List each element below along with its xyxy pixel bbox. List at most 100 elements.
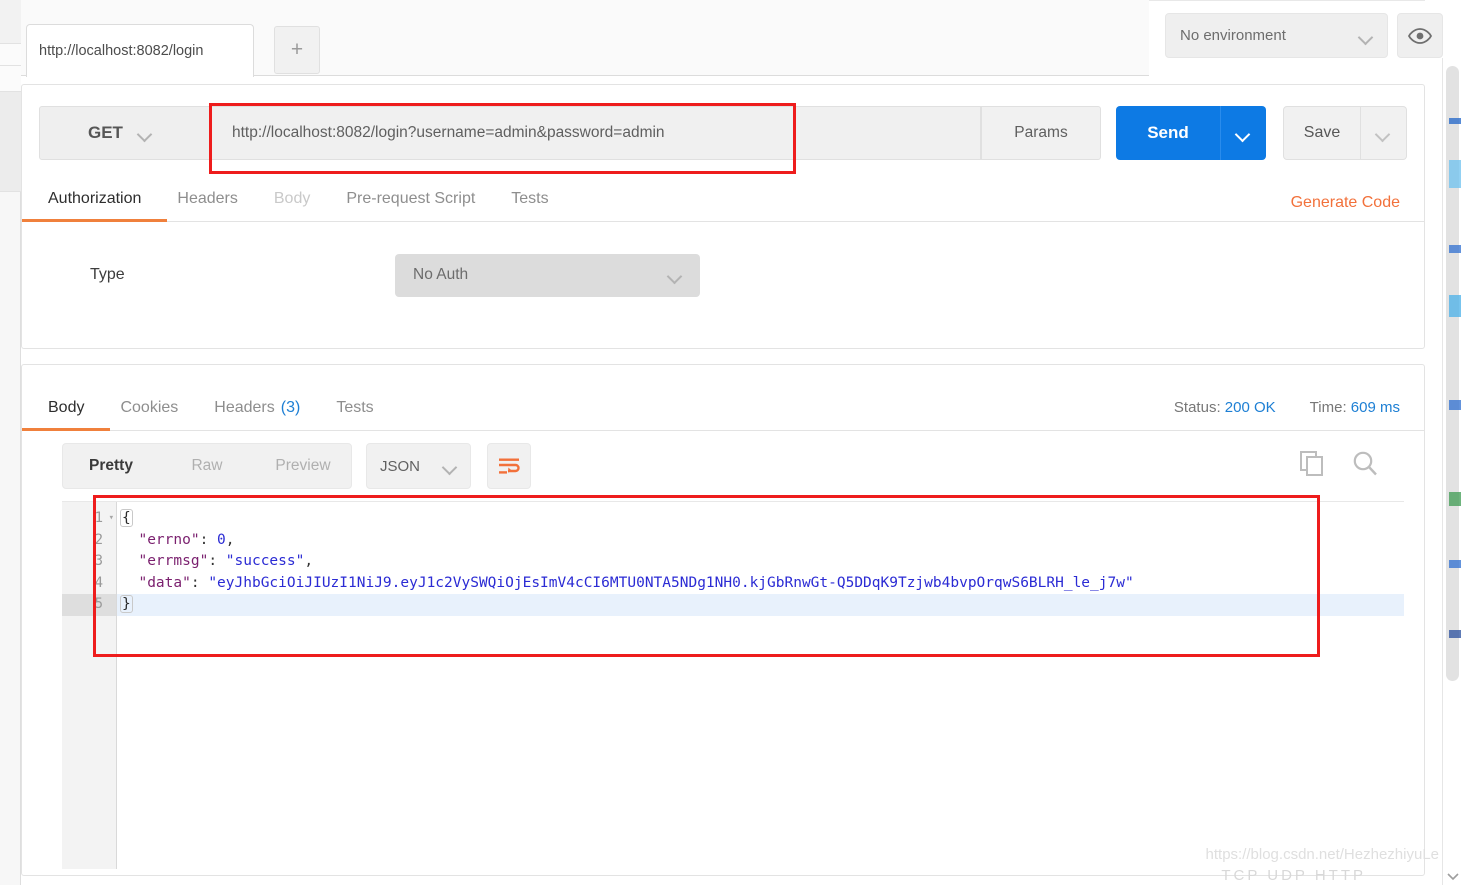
- time-label: Time:: [1309, 399, 1347, 416]
- code-token-brace: {: [120, 509, 133, 527]
- send-button-group: Send: [1116, 106, 1266, 160]
- scrollbar-thumb[interactable]: [1446, 66, 1459, 681]
- view-mode-segmented-control: Pretty Raw Preview: [62, 443, 352, 489]
- chevron-down-icon: [139, 129, 152, 137]
- environment-quick-look-button[interactable]: [1397, 13, 1443, 58]
- request-panel: GET http://localhost:8082/login?username…: [21, 84, 1425, 349]
- request-tabs: Authorization Headers Body Pre-request S…: [21, 181, 1424, 222]
- code-token-k: "errmsg": [138, 553, 209, 569]
- response-tab-cookies-label: Cookies: [120, 399, 179, 416]
- response-headers-count: (3): [280, 399, 301, 416]
- response-tab-headers-label: Headers: [214, 399, 275, 416]
- search-button[interactable]: [1351, 449, 1379, 482]
- code-token-p: :: [199, 531, 218, 548]
- tab-tests[interactable]: Tests: [511, 181, 548, 221]
- generate-code-label: Generate Code: [1290, 194, 1400, 211]
- copy-button[interactable]: [1299, 450, 1325, 481]
- tab-authorization[interactable]: Authorization: [21, 181, 168, 222]
- line-number-text: 1: [94, 510, 103, 526]
- response-code-editor[interactable]: 1 ▾ 2 3 4 5 { "errno": 0, "errmsg": "suc…: [62, 501, 1404, 869]
- code-token-k: "errno": [138, 531, 200, 548]
- response-format-label: JSON: [380, 457, 421, 475]
- response-tab-headers[interactable]: Headers (3): [214, 390, 300, 430]
- line-number: 4: [62, 573, 116, 595]
- url-input[interactable]: http://localhost:8082/login?username=adm…: [210, 106, 981, 160]
- auth-type-value: No Auth: [413, 266, 469, 283]
- tab-headers[interactable]: Headers: [177, 181, 237, 221]
- view-mode-preview[interactable]: Preview: [255, 457, 351, 475]
- params-button[interactable]: Params: [981, 106, 1101, 160]
- editor-code-area[interactable]: { "errno": 0, "errmsg": "success", "data…: [117, 502, 1404, 869]
- time-badge: Time: 609 ms: [1310, 399, 1400, 416]
- auth-type-row: Type No Auth: [22, 245, 1424, 305]
- params-label: Params: [1014, 124, 1068, 141]
- tab-body-label: Body: [273, 190, 311, 207]
- line-number: 5: [62, 594, 116, 616]
- save-button[interactable]: Save: [1283, 106, 1361, 160]
- tab-authorization-label: Authorization: [48, 190, 142, 207]
- response-tab-tests-label: Tests: [336, 399, 374, 416]
- word-wrap-button[interactable]: [487, 443, 531, 489]
- request-tab[interactable]: http://localhost:8082/login: [26, 24, 254, 77]
- generate-code-link[interactable]: Generate Code: [1291, 194, 1400, 212]
- url-text: http://localhost:8082/login?username=adm…: [232, 124, 665, 141]
- response-tab-body-label: Body: [48, 399, 85, 416]
- sidebar-segment-1: [0, 0, 21, 44]
- line-number-text: 3: [94, 553, 103, 569]
- environment-controls: No environment: [1165, 13, 1443, 58]
- chevron-down-icon: [444, 462, 457, 470]
- chevron-down-icon: [669, 271, 682, 279]
- line-number-text: 4: [94, 574, 103, 591]
- response-tab-body[interactable]: Body: [21, 390, 112, 431]
- chevron-down-icon: [1377, 129, 1390, 137]
- http-method-select[interactable]: GET: [39, 106, 210, 160]
- code-token-brace: }: [120, 595, 133, 613]
- save-button-group: Save: [1283, 106, 1407, 160]
- response-tab-tests[interactable]: Tests: [336, 390, 373, 430]
- scrollbar-down-button[interactable]: [1446, 869, 1460, 883]
- background-fragment: [1449, 295, 1461, 317]
- code-token-s: "success": [225, 553, 305, 569]
- view-mode-raw-label: Raw: [191, 457, 223, 474]
- code-line: "data": "eyJhbGciOiJIUzI1NiJ9.eyJ1c2VySW…: [117, 573, 1404, 595]
- tab-body[interactable]: Body: [274, 181, 310, 221]
- code-token-p: :: [208, 553, 226, 569]
- new-tab-button[interactable]: +: [274, 26, 320, 74]
- code-token-p: :: [190, 574, 209, 591]
- status-label: Status:: [1173, 399, 1221, 416]
- view-mode-raw[interactable]: Raw: [159, 457, 255, 475]
- environment-select[interactable]: No environment: [1165, 13, 1388, 58]
- fold-toggle-icon[interactable]: ▾: [109, 508, 114, 530]
- send-button[interactable]: Send: [1116, 106, 1220, 160]
- tab-pre-request-script[interactable]: Pre-request Script: [346, 181, 475, 221]
- tab-headers-label: Headers: [177, 190, 238, 207]
- line-number-text: 2: [94, 531, 103, 548]
- eye-icon: [1408, 27, 1432, 44]
- code-token-s: "eyJhbGciOiJIUzI1NiJ9.eyJ1c2VySWQiOjEsIm…: [208, 574, 1134, 591]
- postman-window: http://localhost:8082/login + No environ…: [0, 0, 1461, 885]
- send-options-button[interactable]: [1220, 106, 1266, 160]
- status-badge: Status: 200 OK: [1174, 399, 1276, 416]
- chevron-down-icon: [1447, 873, 1459, 881]
- response-actions: [1299, 449, 1379, 482]
- code-token-k: "data": [138, 574, 191, 591]
- auth-type-select[interactable]: No Auth: [395, 253, 700, 297]
- response-tab-cookies[interactable]: Cookies: [120, 390, 178, 430]
- url-row: GET http://localhost:8082/login?username…: [39, 106, 1407, 160]
- word-wrap-icon: [499, 458, 520, 474]
- response-format-select[interactable]: JSON: [366, 443, 471, 489]
- time-value: 609 ms: [1350, 399, 1400, 416]
- plus-icon: +: [290, 38, 304, 61]
- copy-icon: [1300, 451, 1323, 476]
- response-panel: Body Cookies Headers (3) Tests Status: 2…: [21, 364, 1425, 876]
- auth-type-label: Type: [90, 266, 125, 283]
- code-token-p: ,: [304, 553, 314, 569]
- view-mode-pretty[interactable]: Pretty: [63, 457, 159, 475]
- watermark: https://blog.csdn.net/HezhezhiyuLe: [1205, 846, 1439, 863]
- line-number-text: 5: [94, 596, 103, 612]
- sidebar-segment-3: [0, 66, 21, 92]
- background-fragment: [1449, 118, 1461, 124]
- editor-gutter: 1 ▾ 2 3 4 5: [62, 502, 117, 869]
- save-options-button[interactable]: [1361, 106, 1407, 160]
- http-method-label: GET: [88, 123, 123, 142]
